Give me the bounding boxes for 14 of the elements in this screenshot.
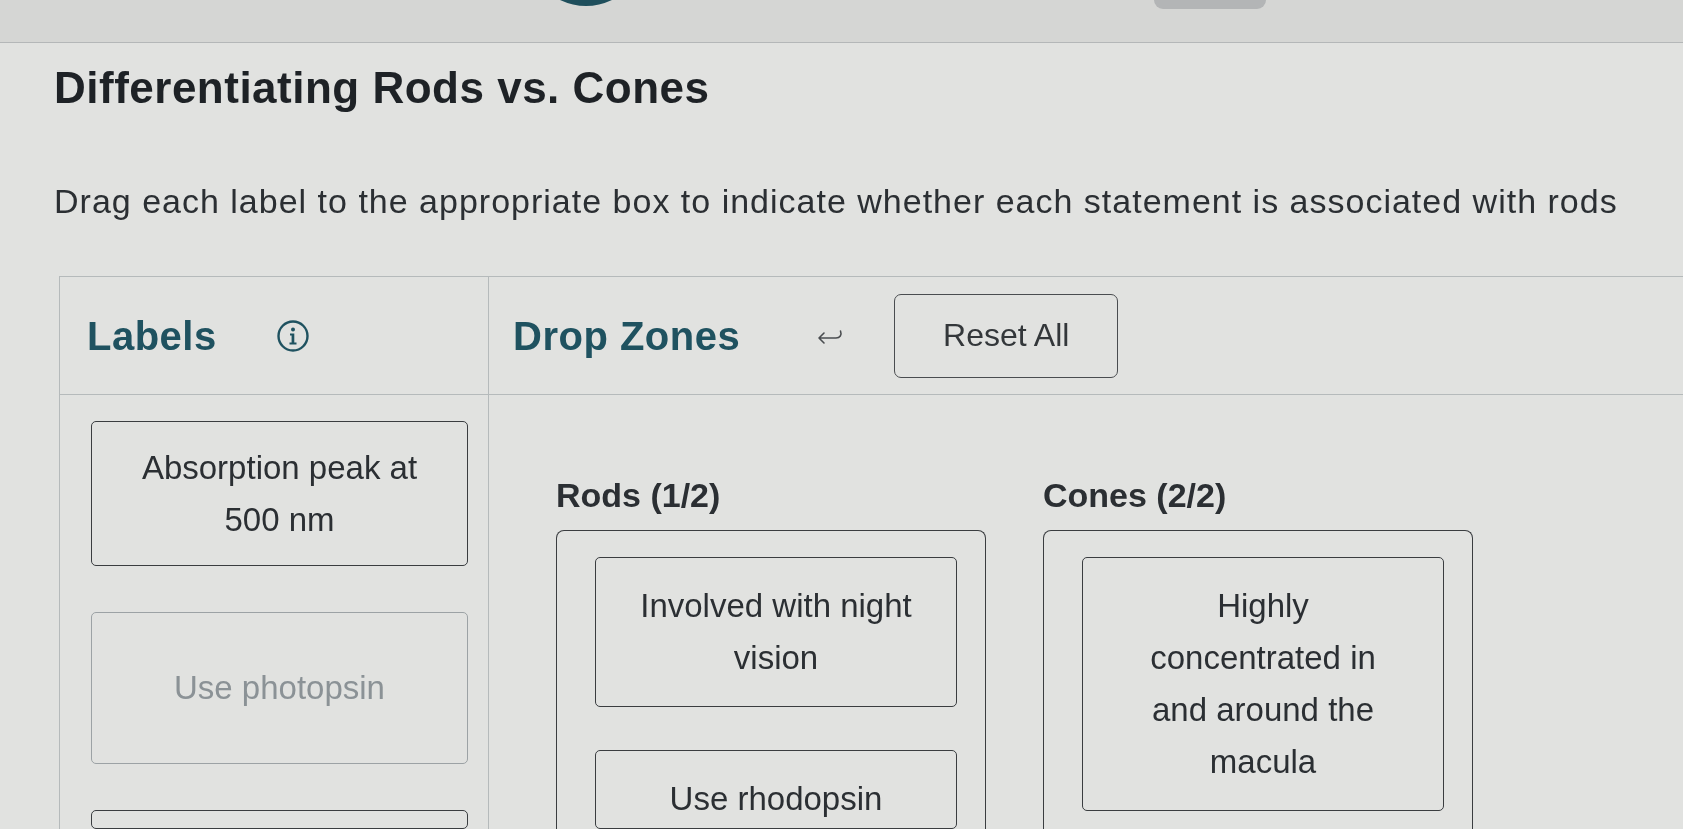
label-card[interactable]: Highly concentrated in and around the macula [1082,557,1444,811]
labels-heading: Labels [87,312,217,360]
page-title: Differentiating Rods vs. Cones [54,63,710,113]
placed-label-slot: Use photopsin [91,612,468,764]
instructions-text: Drag each label to the appropriate box to indicate whether each statement is associated with rods [54,181,1618,222]
label-card[interactable]: Absorption peak at 500 nm [91,421,468,566]
zone-title: Cones (2/2) [1043,475,1228,515]
reset-all-button[interactable]: Reset All [894,293,1119,378]
label-card[interactable]: Use rhodopsin [595,750,957,829]
label-card[interactable] [91,810,468,829]
zone-title: Rods (1/2) [556,475,722,515]
info-icon[interactable] [276,319,309,352]
drop-zones-heading: Drop Zones [513,312,741,360]
label-card[interactable]: Involved with night vision [595,557,957,707]
